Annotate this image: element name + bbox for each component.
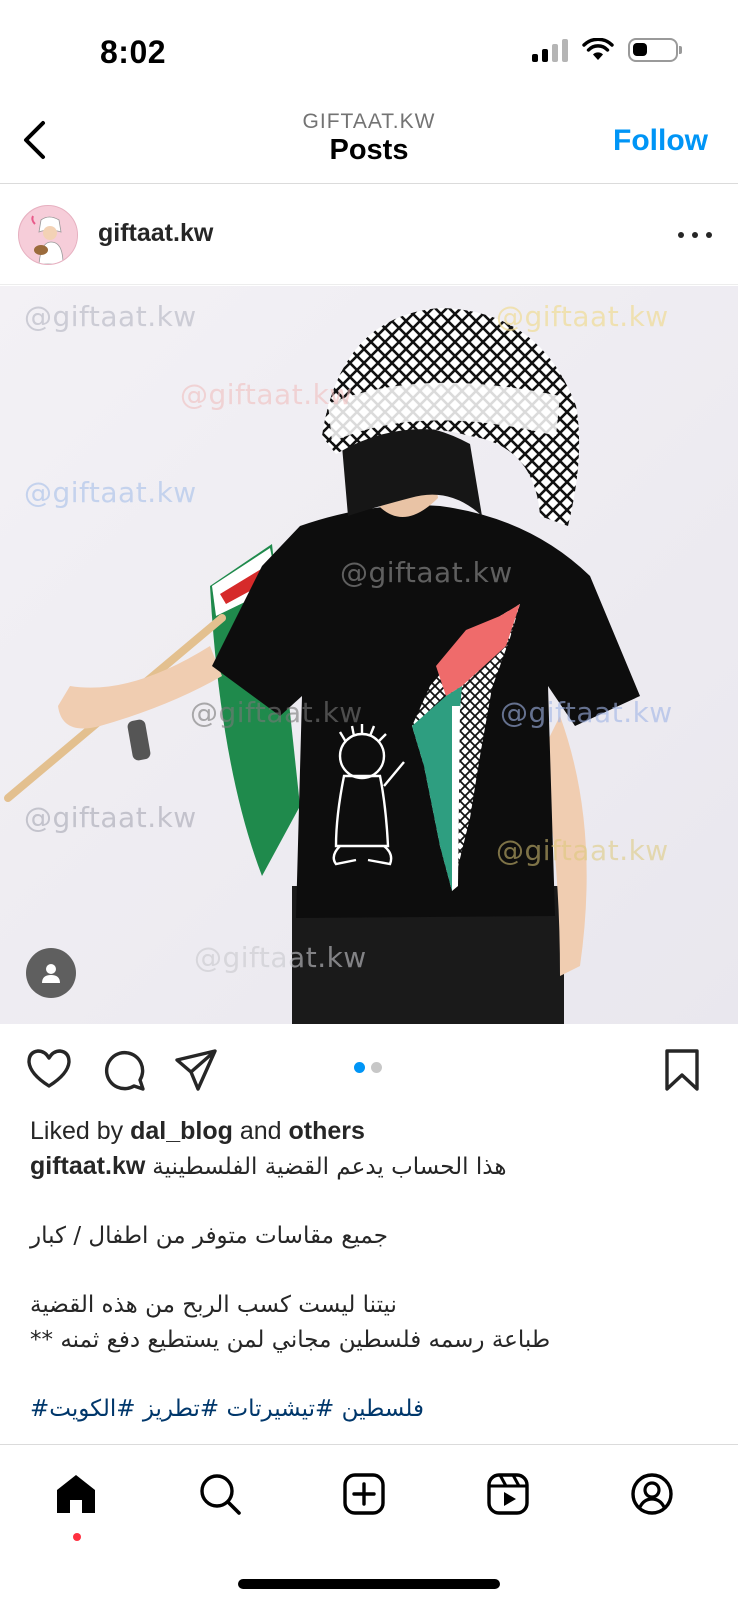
watermark: @giftaat.kw	[180, 378, 353, 411]
caption-username[interactable]: giftaat.kw	[30, 1152, 145, 1180]
post-caption: Liked by dal_blog and others giftaat.kw …	[30, 1114, 710, 1427]
notification-dot	[73, 1533, 81, 1541]
top-bar: GIFTAAT.KW Posts Follow	[0, 100, 738, 184]
post-photo	[0, 286, 738, 1024]
likes-middle: and	[239, 1117, 282, 1145]
watermark: @giftaat.kw	[496, 834, 669, 867]
likes-prefix: Liked by	[30, 1117, 124, 1145]
like-button[interactable]	[26, 1048, 72, 1095]
watermark: @giftaat.kw	[340, 556, 513, 589]
caption-line: جميع مقاسات متوفر من اطفال / كبار	[30, 1223, 388, 1249]
status-bar: 8:02	[0, 0, 738, 100]
cellular-signal-icon	[532, 38, 568, 62]
avatar[interactable]	[18, 205, 78, 265]
watermark: @giftaat.kw	[500, 696, 673, 729]
tagged-users-button[interactable]	[26, 948, 76, 998]
create-icon	[343, 1473, 385, 1515]
nav-create[interactable]	[339, 1469, 389, 1519]
nav-profile[interactable]	[627, 1469, 677, 1519]
caption-line: هذا الحساب يدعم القضية الفلسطينية	[152, 1154, 507, 1180]
caption-hashtags[interactable]: #فلسطين #تيشيرتات #تطريز #الكويت	[30, 1392, 710, 1427]
carousel-dot	[354, 1062, 365, 1073]
save-button[interactable]	[664, 1048, 700, 1097]
watermark: @giftaat.kw	[24, 801, 197, 834]
profile-icon	[631, 1473, 673, 1515]
post-actions	[0, 1024, 738, 1114]
nav-home[interactable]	[51, 1469, 101, 1519]
watermark: @giftaat.kw	[496, 300, 669, 333]
likes-summary[interactable]: Liked by dal_blog and others	[30, 1114, 710, 1149]
reels-icon	[487, 1473, 529, 1515]
nav-reels[interactable]	[483, 1469, 533, 1519]
status-time: 8:02	[100, 34, 167, 70]
caption-line: ** طباعة رسمه فلسطين مجاني لمن يستطيع دف…	[30, 1327, 551, 1353]
heart-icon	[27, 1049, 71, 1088]
bottom-navigation	[0, 1444, 738, 1600]
share-button[interactable]	[174, 1048, 218, 1097]
ellipsis-icon	[678, 232, 684, 238]
likes-others[interactable]: others	[289, 1117, 365, 1145]
send-icon	[175, 1049, 217, 1091]
search-icon	[200, 1474, 241, 1515]
watermark: @giftaat.kw	[24, 300, 197, 333]
post-header: giftaat.kw	[0, 185, 738, 285]
wifi-icon	[582, 38, 614, 60]
bookmark-icon	[665, 1049, 699, 1091]
carousel-indicator	[354, 1062, 382, 1073]
watermark: @giftaat.kw	[190, 696, 363, 729]
caption-line: نيتنا ليست كسب الربح من هذه القضية	[30, 1292, 397, 1318]
watermark: @giftaat.kw	[24, 476, 197, 509]
follow-button[interactable]: Follow	[613, 124, 708, 158]
comment-icon	[104, 1050, 145, 1091]
watermark: @giftaat.kw	[194, 941, 367, 974]
post-username[interactable]: giftaat.kw	[98, 219, 213, 248]
battery-icon	[628, 38, 682, 62]
home-indicator	[238, 1579, 500, 1589]
status-icons	[532, 38, 682, 62]
comment-button[interactable]	[102, 1048, 146, 1097]
nav-search[interactable]	[195, 1469, 245, 1519]
carousel-dot	[371, 1062, 382, 1073]
liked-by-user[interactable]: dal_blog	[130, 1117, 233, 1145]
more-options-button[interactable]	[678, 223, 712, 247]
battery-level	[633, 43, 647, 56]
avatar-illustration	[19, 206, 77, 264]
home-icon	[57, 1475, 95, 1513]
post-image[interactable]: @giftaat.kw @giftaat.kw @giftaat.kw @gif…	[0, 286, 738, 1024]
person-icon	[42, 964, 60, 983]
